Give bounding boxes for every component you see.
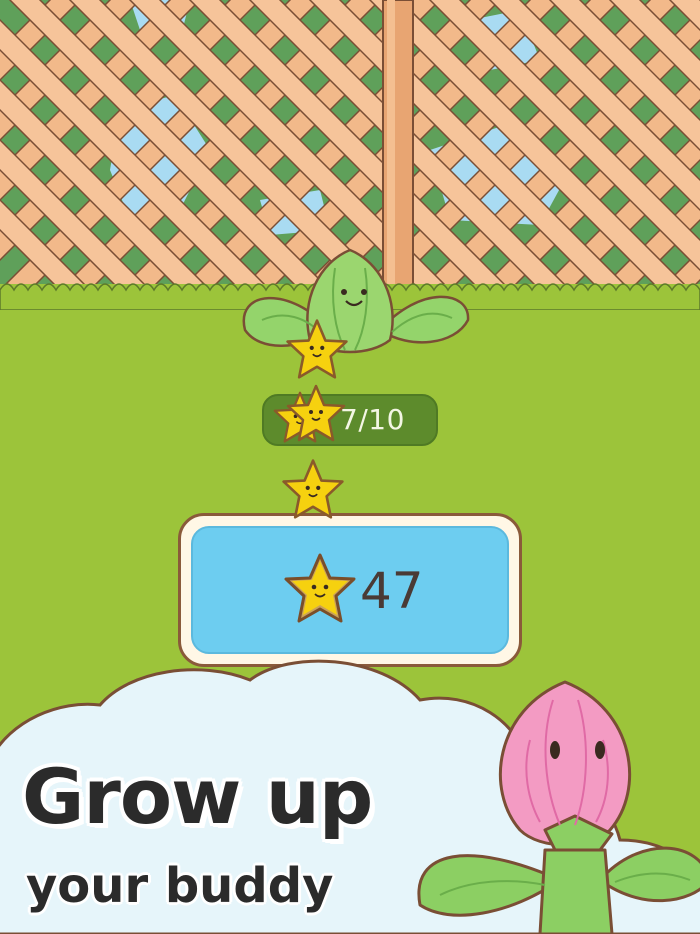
- game-scene: 7/10 47 Grow up your buddy: [0, 0, 700, 934]
- promo-headline: Grow up: [22, 752, 373, 841]
- promo-subline: your buddy: [26, 858, 334, 914]
